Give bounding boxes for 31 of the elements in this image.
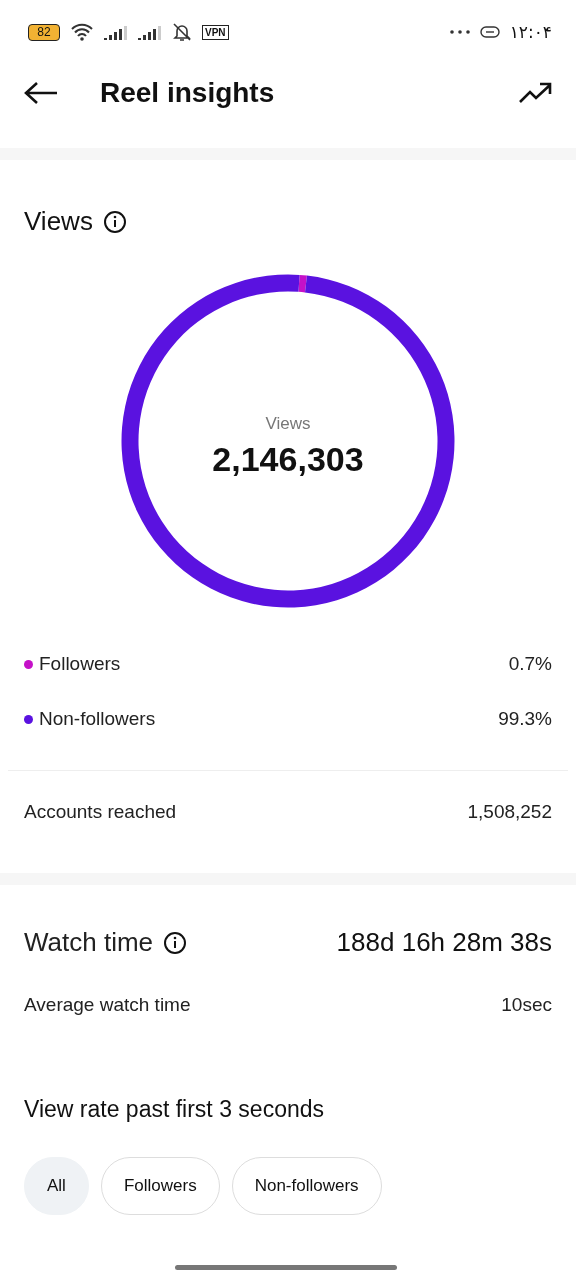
metric-value: 10sec (501, 994, 552, 1016)
filter-chip[interactable]: Followers (100, 1157, 220, 1215)
metric-label: Accounts reached (24, 801, 177, 823)
section-title: View rate past first 3 seconds (24, 1096, 324, 1122)
section-title: Watch time (24, 927, 154, 958)
muted-bell-icon (172, 22, 192, 42)
signal-icon (138, 24, 162, 40)
section-title: Views (24, 206, 93, 237)
filter-chip[interactable]: All (24, 1157, 89, 1215)
back-arrow-icon[interactable] (24, 81, 58, 105)
info-icon[interactable] (102, 209, 127, 234)
data-saver-icon (479, 26, 500, 38)
vpn-badge: VPN (202, 24, 229, 40)
metric-label: Average watch time (24, 994, 191, 1016)
clock: ۱۲:۰۴ (509, 22, 552, 42)
more-icon (449, 30, 470, 34)
signal-icon (104, 24, 128, 40)
legend-label: Followers (39, 653, 121, 675)
battery-icon: 82 (28, 23, 60, 41)
metric-value: 1,508,252 (467, 801, 552, 823)
chart-center-label: Views (265, 414, 311, 433)
watch-time-total: 188d 16h 28m 38s (336, 927, 552, 958)
info-icon[interactable] (163, 930, 188, 955)
filter-chip[interactable]: Non-followers (231, 1157, 382, 1215)
legend-value: 99.3% (498, 708, 552, 730)
legend-value: 0.7% (508, 653, 552, 675)
page-title: Reel insights (100, 77, 276, 109)
legend-label: Non-followers (39, 708, 156, 730)
wifi-icon (70, 23, 94, 41)
chart-center-value: 2,146,303 (212, 440, 364, 478)
trend-up-icon[interactable] (518, 82, 552, 104)
